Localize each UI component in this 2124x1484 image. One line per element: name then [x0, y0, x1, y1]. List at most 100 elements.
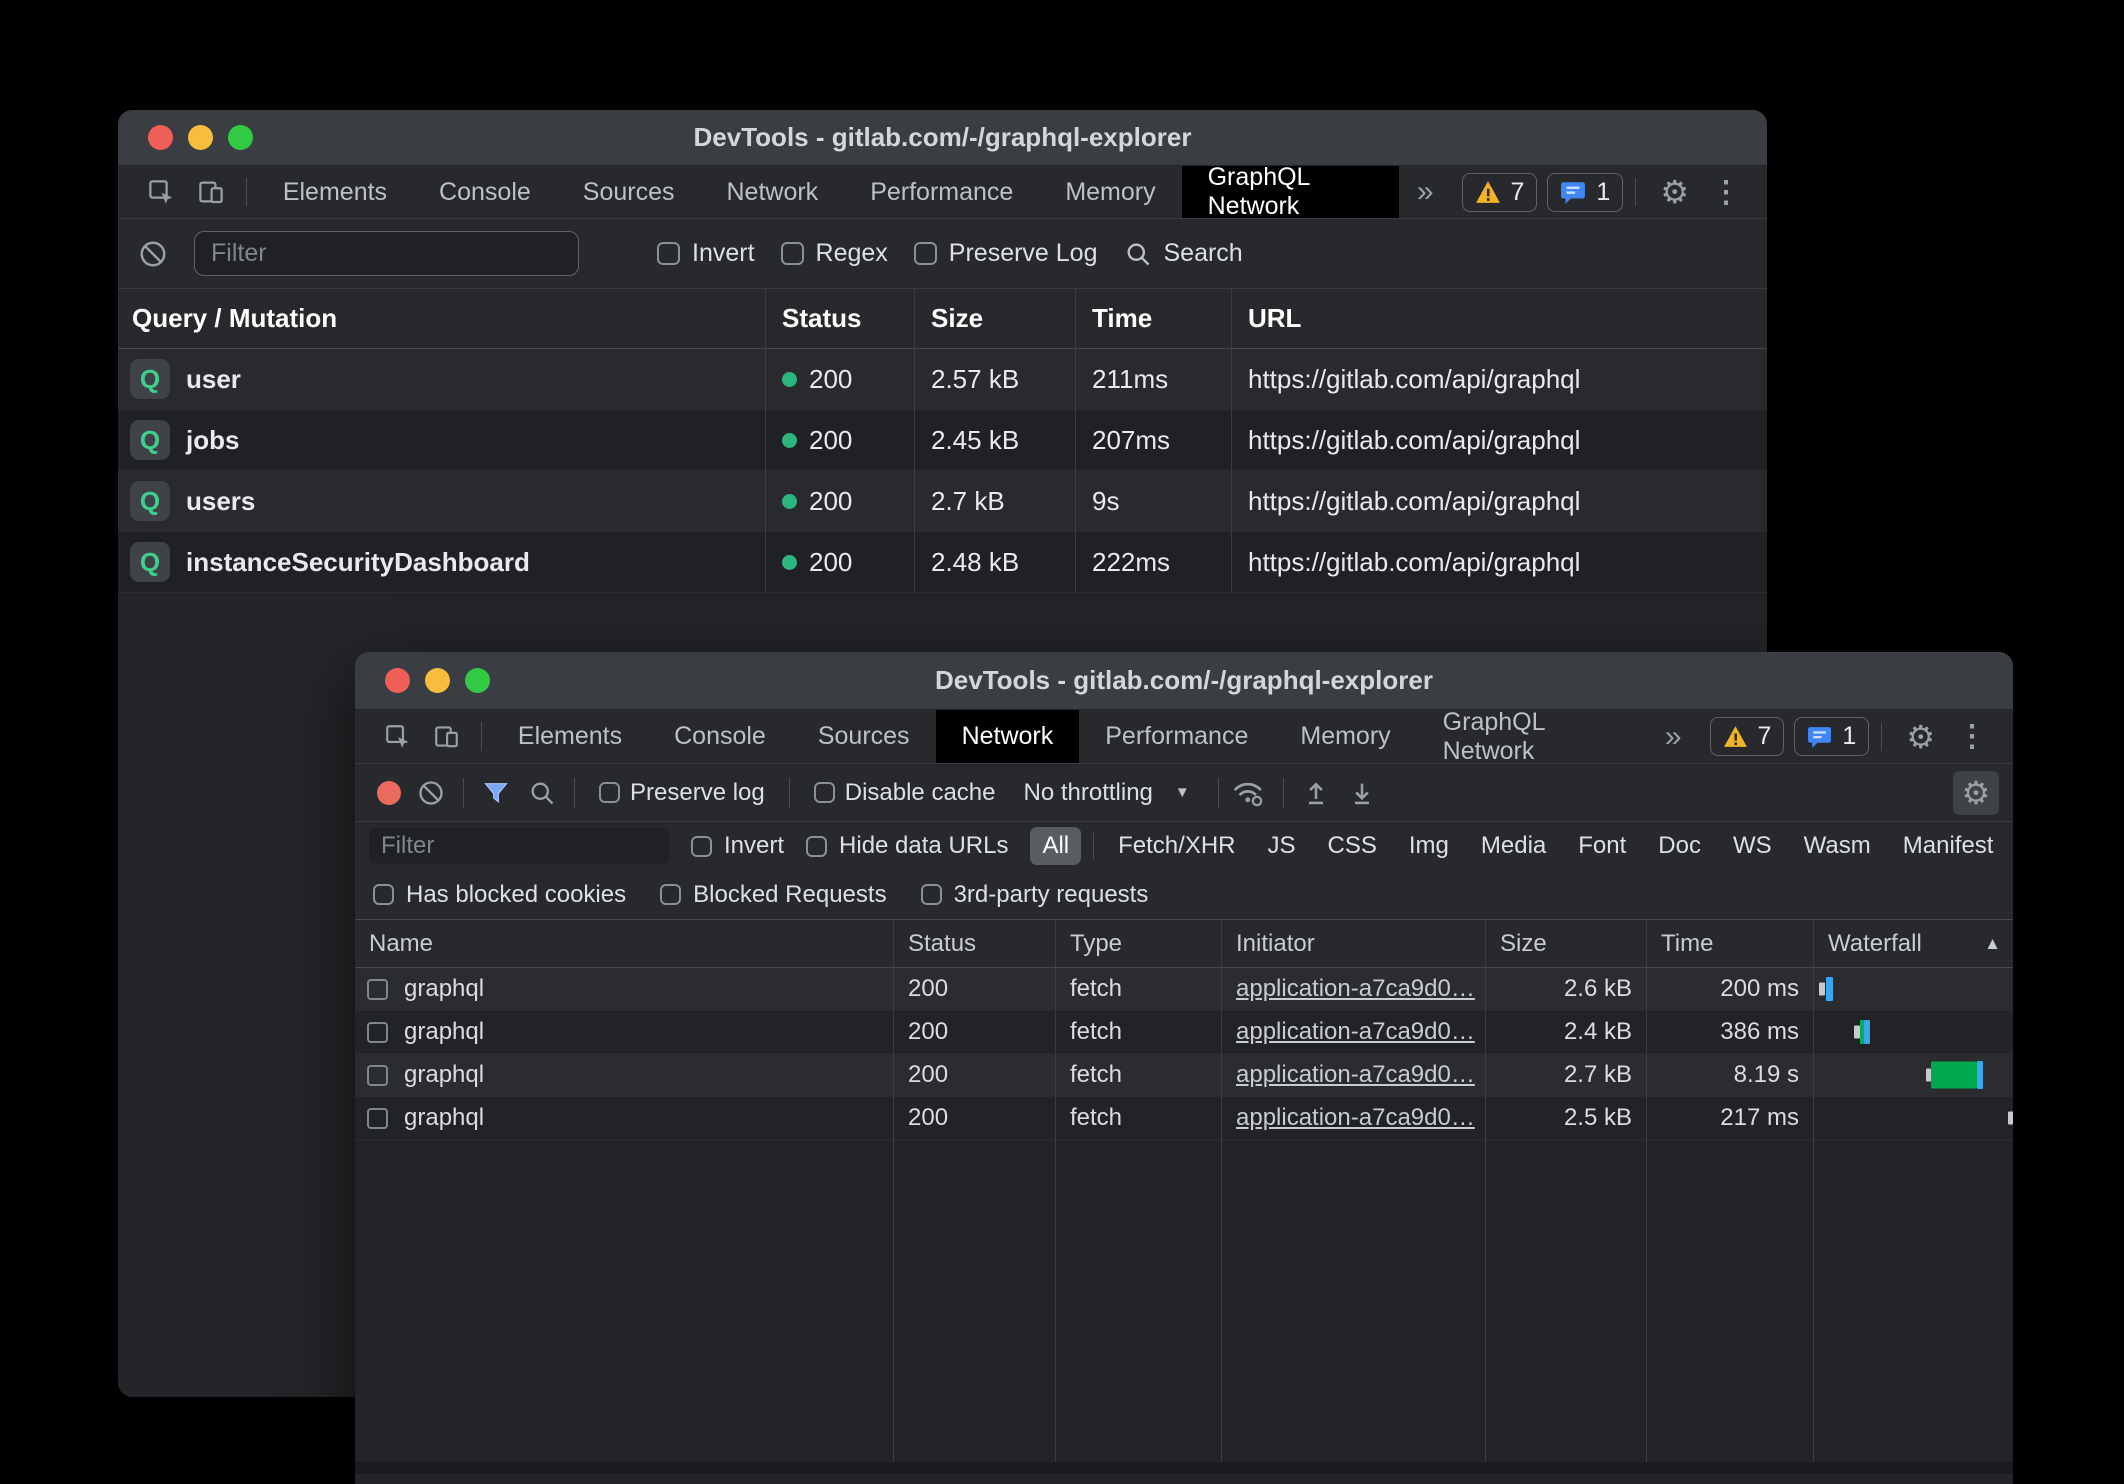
disable-cache-checkbox[interactable] [814, 782, 835, 803]
blocked-requests-checkbox[interactable] [660, 884, 681, 905]
export-har-icon[interactable] [1348, 779, 1376, 807]
record-network-log-button[interactable] [377, 781, 401, 805]
tab-sources[interactable]: Sources [792, 710, 936, 763]
device-toolbar-icon[interactable] [186, 166, 236, 218]
tab-performance[interactable]: Performance [844, 166, 1039, 218]
network-settings-button[interactable]: ⚙ [1953, 771, 1999, 815]
type-chip-manifest[interactable]: Manifest [1891, 827, 2006, 865]
col-query-mutation[interactable]: Query / Mutation [118, 289, 765, 348]
type-chip-doc[interactable]: Doc [1646, 827, 1713, 865]
close-window-button[interactable] [148, 125, 173, 150]
has-blocked-cookies-checkbox[interactable] [373, 884, 394, 905]
network-filter-input[interactable] [369, 828, 669, 864]
search-icon[interactable] [528, 779, 556, 807]
minimize-window-button[interactable] [188, 125, 213, 150]
type-chip-img[interactable]: Img [1397, 827, 1461, 865]
col-size[interactable]: Size [914, 289, 1075, 348]
col-waterfall[interactable]: Waterfall ▲ [1813, 920, 2013, 967]
invert-checkbox-group[interactable]: Invert [691, 832, 784, 860]
row-checkbox[interactable] [367, 1022, 388, 1043]
tab-graphql-network[interactable]: GraphQL Network [1182, 166, 1399, 218]
col-size[interactable]: Size [1485, 920, 1646, 967]
waterfall-bar[interactable] [1813, 1097, 2013, 1139]
blocked-requests-group[interactable]: Blocked Requests [660, 881, 886, 909]
tab-graphql-network[interactable]: GraphQL Network [1417, 710, 1647, 763]
preserve-log-checkbox[interactable] [599, 782, 620, 803]
invert-checkbox[interactable] [657, 242, 680, 265]
type-chip-media[interactable]: Media [1469, 827, 1558, 865]
type-chip-fetch-xhr[interactable]: Fetch/XHR [1106, 827, 1247, 865]
col-status[interactable]: Status [893, 920, 1055, 967]
warnings-badge[interactable]: 7 [1462, 173, 1538, 212]
more-tabs-icon[interactable]: » [1399, 166, 1452, 218]
messages-badge[interactable]: 1 [1794, 717, 1869, 756]
customize-menu-icon[interactable]: ⋮ [1701, 175, 1751, 210]
initiator-link[interactable]: application-a7ca9d0… [1236, 1061, 1475, 1089]
col-initiator[interactable]: Initiator [1221, 920, 1485, 967]
tab-memory[interactable]: Memory [1039, 166, 1181, 218]
type-chip-css[interactable]: CSS [1316, 827, 1389, 865]
inspect-element-icon[interactable] [136, 166, 186, 218]
title-bar[interactable]: DevTools - gitlab.com/-/graphql-explorer [355, 652, 2013, 710]
type-chip-font[interactable]: Font [1566, 827, 1638, 865]
col-status[interactable]: Status [765, 289, 914, 348]
row-checkbox[interactable] [367, 1108, 388, 1129]
tab-console[interactable]: Console [648, 710, 792, 763]
table-row[interactable]: Quser 200 2.57 kB 211ms https://gitlab.c… [118, 349, 1767, 410]
type-chip-all[interactable]: All [1030, 827, 1081, 865]
initiator-link[interactable]: application-a7ca9d0… [1236, 1104, 1475, 1132]
tab-elements[interactable]: Elements [492, 710, 648, 763]
warnings-badge[interactable]: 7 [1710, 717, 1785, 756]
table-row[interactable]: Qusers 200 2.7 kB 9s https://gitlab.com/… [118, 471, 1767, 532]
zoom-window-button[interactable] [465, 668, 490, 693]
clear-network-log-icon[interactable] [417, 779, 445, 807]
tab-elements[interactable]: Elements [257, 166, 413, 218]
col-url[interactable]: URL [1231, 289, 1767, 348]
hide-data-urls-checkbox[interactable] [806, 836, 827, 857]
type-chip-ws[interactable]: WS [1721, 827, 1784, 865]
third-party-requests-checkbox[interactable] [921, 884, 942, 905]
table-row[interactable]: graphql 200 fetch application-a7ca9d0… 2… [355, 1011, 2013, 1054]
table-row[interactable]: QinstanceSecurityDashboard 200 2.48 kB 2… [118, 532, 1767, 593]
table-row[interactable]: graphql 200 fetch application-a7ca9d0… 2… [355, 968, 2013, 1011]
col-time[interactable]: Time [1646, 920, 1813, 967]
table-row[interactable]: graphql 200 fetch application-a7ca9d0… 2… [355, 1054, 2013, 1097]
filter-funnel-icon[interactable] [482, 779, 510, 807]
close-window-button[interactable] [385, 668, 410, 693]
network-conditions-icon[interactable] [1233, 778, 1265, 808]
tab-network[interactable]: Network [936, 710, 1080, 763]
device-toolbar-icon[interactable] [422, 710, 471, 763]
inspect-element-icon[interactable] [373, 710, 422, 763]
hide-data-urls-checkbox-group[interactable]: Hide data URLs [806, 832, 1008, 860]
row-checkbox[interactable] [367, 979, 388, 1000]
initiator-link[interactable]: application-a7ca9d0… [1236, 1018, 1475, 1046]
has-blocked-cookies-group[interactable]: Has blocked cookies [373, 881, 626, 909]
waterfall-bar[interactable] [1813, 1011, 2013, 1053]
type-chip-wasm[interactable]: Wasm [1792, 827, 1883, 865]
settings-gear-icon[interactable]: ⚙ [1894, 721, 1947, 753]
throttling-select[interactable]: No throttling ▼ [1009, 779, 1203, 807]
filter-input[interactable] [194, 231, 579, 276]
type-chip-js[interactable]: JS [1256, 827, 1308, 865]
customize-menu-icon[interactable]: ⋮ [1947, 719, 1997, 754]
table-row[interactable]: Qjobs 200 2.45 kB 207ms https://gitlab.c… [118, 410, 1767, 471]
col-type[interactable]: Type [1055, 920, 1221, 967]
disable-cache-checkbox-group[interactable]: Disable cache [808, 779, 1002, 807]
invert-checkbox-group[interactable]: Invert [657, 239, 755, 268]
col-name[interactable]: Name [355, 920, 893, 967]
col-time[interactable]: Time [1075, 289, 1231, 348]
search-control[interactable]: Search [1124, 239, 1243, 268]
initiator-link[interactable]: application-a7ca9d0… [1236, 975, 1475, 1003]
clear-icon[interactable] [138, 239, 168, 269]
minimize-window-button[interactable] [425, 668, 450, 693]
row-checkbox[interactable] [367, 1065, 388, 1086]
settings-gear-icon[interactable]: ⚙ [1648, 176, 1701, 208]
tab-console[interactable]: Console [413, 166, 557, 218]
messages-badge[interactable]: 1 [1547, 173, 1623, 212]
invert-checkbox[interactable] [691, 836, 712, 857]
third-party-requests-group[interactable]: 3rd-party requests [921, 881, 1149, 909]
more-tabs-icon[interactable]: » [1647, 710, 1700, 763]
preserve-log-checkbox-group[interactable]: Preserve Log [914, 239, 1098, 268]
tab-performance[interactable]: Performance [1079, 710, 1274, 763]
regex-checkbox[interactable] [781, 242, 804, 265]
